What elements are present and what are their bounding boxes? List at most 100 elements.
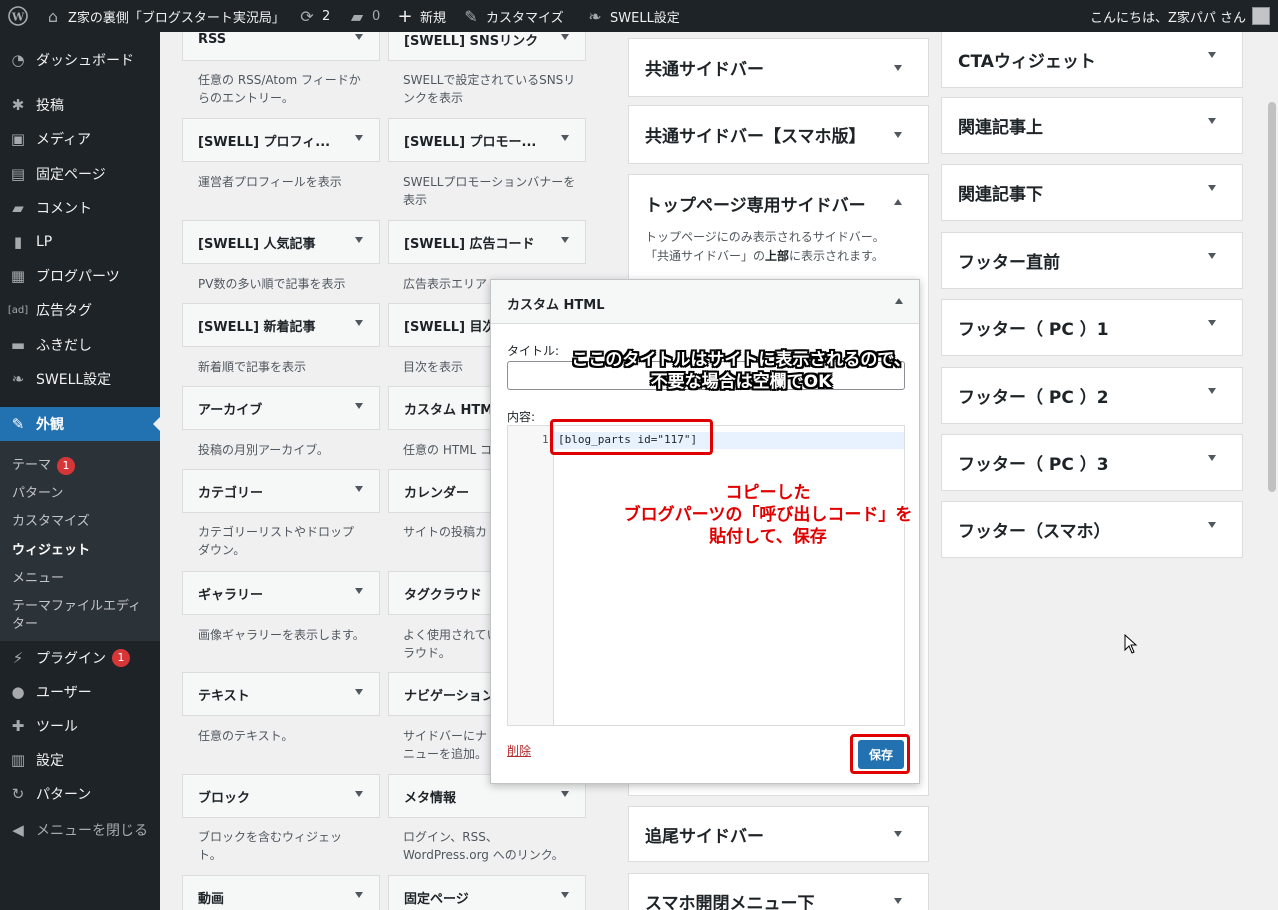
sidebar-title[interactable]: トップページ専用サイドバー	[645, 175, 866, 232]
widget-title: カテゴリー	[198, 485, 264, 501]
widget-swell-profile[interactable]: [SWELL] プロフィ...	[182, 118, 380, 162]
wrench-icon: ✚	[11, 717, 25, 735]
caret-up-icon[interactable]	[894, 199, 902, 205]
widget-desc: 任意の RSS/Atom フィードか らのエントリー。	[198, 73, 361, 105]
widget-text[interactable]: テキスト	[182, 672, 380, 716]
customize-link[interactable]: ✎ カスタマイズ	[462, 0, 563, 32]
sidebar-title: スマホ開閉メニュー下	[645, 893, 815, 910]
menu-item-balloons[interactable]: ▬ ふきだし	[0, 328, 160, 362]
sidebar-footer-mobile[interactable]: フッター（スマホ）	[941, 501, 1243, 558]
new-content-link[interactable]: + 新規	[396, 0, 446, 32]
sidebar-title: 共通サイドバー【スマホ版】	[645, 127, 866, 147]
menu-item-tools[interactable]: ✚ ツール	[0, 709, 160, 743]
widget-desc: 投稿の月別アーカイブ。	[198, 443, 329, 457]
menu-item-settings[interactable]: ▥ 設定	[0, 743, 160, 777]
widget-title: [SWELL] プロモー...	[404, 134, 537, 150]
caret-up-icon[interactable]	[895, 298, 903, 304]
menu-item-media[interactable]: ▣ メディア	[0, 122, 160, 156]
my-account-link[interactable]: こんにちは、Z家パパ さん	[1090, 0, 1270, 32]
highlight-box-save	[850, 734, 910, 774]
brush-icon: ✎	[464, 6, 478, 26]
sidebar-cta[interactable]: CTAウィジェット	[941, 31, 1243, 88]
swell-settings-link[interactable]: ❧ SWELL設定	[586, 0, 680, 32]
caret-down-icon	[355, 892, 363, 898]
sidebar-common[interactable]: 共通サイドバー	[628, 38, 929, 97]
media-icon: ▣	[10, 130, 26, 148]
widget-desc: SWELLで設定されているSNSリ ンクを表示	[403, 73, 576, 105]
caret-down-icon	[1208, 184, 1216, 191]
submenu-item-patterns[interactable]: パターン	[12, 482, 63, 501]
annotation-line: ここのタイトルはサイトに表示されるので、	[571, 350, 911, 370]
menu-item-blog-parts[interactable]: ▦ ブログパーツ	[0, 259, 160, 293]
sidebar-footer-pc-2[interactable]: フッター（ PC ）2	[941, 367, 1243, 424]
submenu-item-themes[interactable]: テーマ 1	[12, 454, 76, 475]
wordpress-logo-icon[interactable]: W	[8, 0, 28, 32]
widget-swell-popular[interactable]: [SWELL] 人気記事	[182, 220, 380, 264]
menu-label: プラグイン	[36, 651, 106, 667]
sidebar-related-top[interactable]: 関連記事上	[941, 97, 1243, 154]
submenu-item-widgets[interactable]: ウィジェット	[12, 539, 90, 558]
menu-label: 外観	[36, 417, 64, 433]
menu-label: ツール	[36, 719, 78, 735]
menu-label: ユーザー	[36, 685, 92, 701]
menu-item-posts[interactable]: ✱ 投稿	[0, 88, 160, 122]
sidebar-footer-pc-3[interactable]: フッター（ PC ）3	[941, 434, 1243, 491]
menu-item-swell-settings[interactable]: ❧ SWELL設定	[0, 362, 160, 396]
menu-item-plugins[interactable]: ⚡ プラグイン 1	[0, 641, 160, 675]
menu-label: コメント	[36, 201, 92, 217]
widget-gallery[interactable]: ギャラリー	[182, 571, 380, 615]
menu-item-comments[interactable]: ▰ コメント	[0, 191, 160, 225]
caret-down-icon	[355, 486, 363, 492]
comments-link[interactable]: ▰ 0	[348, 0, 380, 32]
widget-header[interactable]: カスタム HTML	[491, 280, 919, 324]
sidebar-footer-pc-1[interactable]: フッター（ PC ）1	[941, 299, 1243, 356]
home-icon: ⌂	[47, 6, 59, 26]
submenu-item-theme-editor[interactable]: テーマファイルエディ	[12, 595, 141, 614]
menu-item-dashboard[interactable]: ◔ ダッシュボード	[0, 43, 160, 77]
settings-icon: ▥	[10, 751, 26, 769]
sidebar-before-footer[interactable]: フッター直前	[941, 232, 1243, 289]
submenu-item-customize[interactable]: カスタマイズ	[12, 510, 90, 529]
comments-count: 0	[372, 8, 381, 24]
menu-item-patterns[interactable]: ↻ パターン	[0, 777, 160, 811]
widget-desc: 新着順で記事を表示	[198, 360, 307, 374]
sidebar-related-bottom[interactable]: 関連記事下	[941, 164, 1243, 221]
widget-desc: 任意のテキスト。	[198, 729, 294, 743]
refresh-icon: ↻	[11, 785, 25, 803]
caret-down-icon	[1208, 252, 1216, 259]
widget-swell-promotion[interactable]: [SWELL] プロモー...	[388, 118, 586, 162]
menu-label: ダッシュボード	[36, 53, 134, 69]
greeting: こんにちは、Z家パパ さん	[1089, 10, 1246, 26]
menu-item-pages[interactable]: ▤ 固定ページ	[0, 157, 160, 191]
site-name-link[interactable]: ⌂ Z家の裏側「ブログスタート実況局」	[44, 0, 285, 32]
sidebar-mobile-menu[interactable]: スマホ開閉メニュー下	[628, 873, 929, 910]
widget-pages[interactable]: 固定ページ	[388, 875, 586, 910]
caret-down-icon	[1208, 117, 1216, 124]
scrollbar-thumb[interactable]	[1268, 102, 1276, 492]
pin-icon: ✱	[11, 96, 25, 114]
menu-item-ad-tags[interactable]: [ad] 広告タグ	[0, 293, 160, 327]
sidebar-title: フッター（ PC ）1	[958, 320, 1109, 340]
sidebar-title: フッター（ PC ）3	[958, 455, 1109, 475]
widget-video[interactable]: 動画	[182, 875, 380, 910]
updates-link[interactable]: ⟳ 2	[298, 0, 330, 32]
caret-down-icon	[1208, 454, 1216, 461]
widget-category[interactable]: カテゴリー	[182, 469, 380, 513]
submenu-item-menus[interactable]: メニュー	[12, 567, 64, 586]
menu-item-appearance[interactable]: ✎ 外観	[0, 407, 160, 441]
sidebar-sticky[interactable]: 追尾サイドバー	[628, 806, 929, 862]
scrollbar[interactable]	[1265, 32, 1278, 910]
submenu-item-theme-editor-cont[interactable]: ター	[12, 613, 38, 632]
widget-swell-ad[interactable]: [SWELL] 広告コード	[388, 220, 586, 264]
collapse-menu-button[interactable]: ◀ メニューを閉じる	[0, 813, 160, 847]
widget-archive[interactable]: アーカイブ	[182, 386, 380, 430]
widget-title: [SWELL] 広告コード	[404, 236, 535, 252]
menu-item-users[interactable]: ● ユーザー	[0, 675, 160, 709]
sidebar-common-mobile[interactable]: 共通サイドバー【スマホ版】	[628, 105, 929, 164]
menu-item-lp[interactable]: ▮ LP	[0, 225, 160, 259]
delete-link[interactable]: 削除	[507, 742, 531, 759]
code-editor[interactable]: 1 [blog_parts id="117"]	[507, 425, 905, 726]
caret-down-icon	[355, 237, 363, 243]
widget-swell-new[interactable]: [SWELL] 新着記事	[182, 303, 380, 347]
widget-block[interactable]: ブロック	[182, 774, 380, 818]
